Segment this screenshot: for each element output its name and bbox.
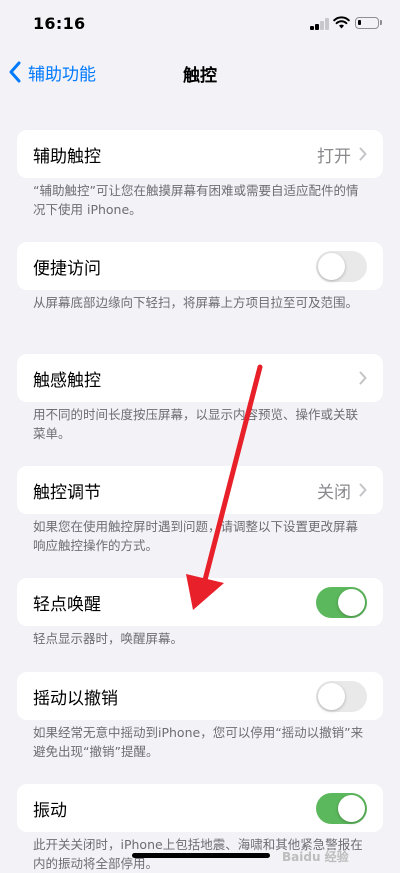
shake-to-undo-label: 摇动以撤销 xyxy=(33,688,118,709)
chevron-right-icon xyxy=(359,483,367,497)
assistive-touch-row[interactable]: 辅助触控 打开 xyxy=(17,130,383,178)
touch-accommodations-footer: 如果您在使用触控屏时遇到问题，请调整以下设置更改屏幕响应触控操作的方式。 xyxy=(33,519,359,553)
chevron-right-icon xyxy=(359,147,367,161)
reachability-label: 便捷访问 xyxy=(33,258,101,279)
assistive-touch-footer: “辅助触控”可让您在触摸屏幕有困难或需要自适应配件的情况下使用 iPhone。 xyxy=(33,183,359,217)
battery-cap xyxy=(380,20,382,25)
status-bar: 16:16 xyxy=(0,0,400,50)
battery-icon xyxy=(355,17,379,29)
tap-to-wake-toggle[interactable] xyxy=(316,586,367,618)
touch-accommodations-value: 关闭 xyxy=(317,482,351,503)
status-time: 16:16 xyxy=(33,14,86,33)
tap-to-wake-footer: 轻点显示器时，唤醒屏幕。 xyxy=(33,631,184,646)
assistive-touch-value: 打开 xyxy=(317,146,351,167)
navigation-bar: 辅助功能 触控 xyxy=(0,50,400,94)
vibration-label: 振动 xyxy=(33,800,67,821)
touch-accommodations-row[interactable]: 触控调节 关闭 xyxy=(17,466,383,514)
reachability-footer: 从屏幕底部边缘向下轻扫，将屏幕上方项目拉至可及范围。 xyxy=(33,295,359,310)
chevron-right-icon xyxy=(359,371,367,385)
assistive-touch-label: 辅助触控 xyxy=(33,146,101,167)
tap-to-wake-label: 轻点唤醒 xyxy=(33,594,101,615)
reachability-toggle[interactable] xyxy=(316,250,367,282)
haptic-touch-row[interactable]: 触感触控 xyxy=(17,354,383,402)
shake-to-undo-row: 摇动以撤销 xyxy=(17,672,383,720)
home-indicator xyxy=(132,853,270,858)
haptic-touch-footer: 用不同的时间长度按压屏幕，以显示内容预览、操作或关联菜单。 xyxy=(33,407,359,441)
vibration-row: 振动 xyxy=(17,784,383,832)
cellular-signal-icon xyxy=(310,17,330,30)
wifi-icon xyxy=(333,16,350,29)
touch-accommodations-label: 触控调节 xyxy=(33,482,101,503)
reachability-row: 便捷访问 xyxy=(17,242,383,290)
tap-to-wake-row: 轻点唤醒 xyxy=(17,578,383,626)
shake-to-undo-footer: 如果经常无意中摇动到iPhone，您可以停用“摇动以撤销”来避免出现“撤销”提醒… xyxy=(33,725,364,759)
page-title: 触控 xyxy=(183,66,217,86)
haptic-touch-label: 触感触控 xyxy=(33,370,101,391)
vibration-toggle[interactable] xyxy=(316,792,367,824)
shake-to-undo-toggle[interactable] xyxy=(316,680,367,712)
watermark: Baidu 经验 xyxy=(282,850,349,864)
